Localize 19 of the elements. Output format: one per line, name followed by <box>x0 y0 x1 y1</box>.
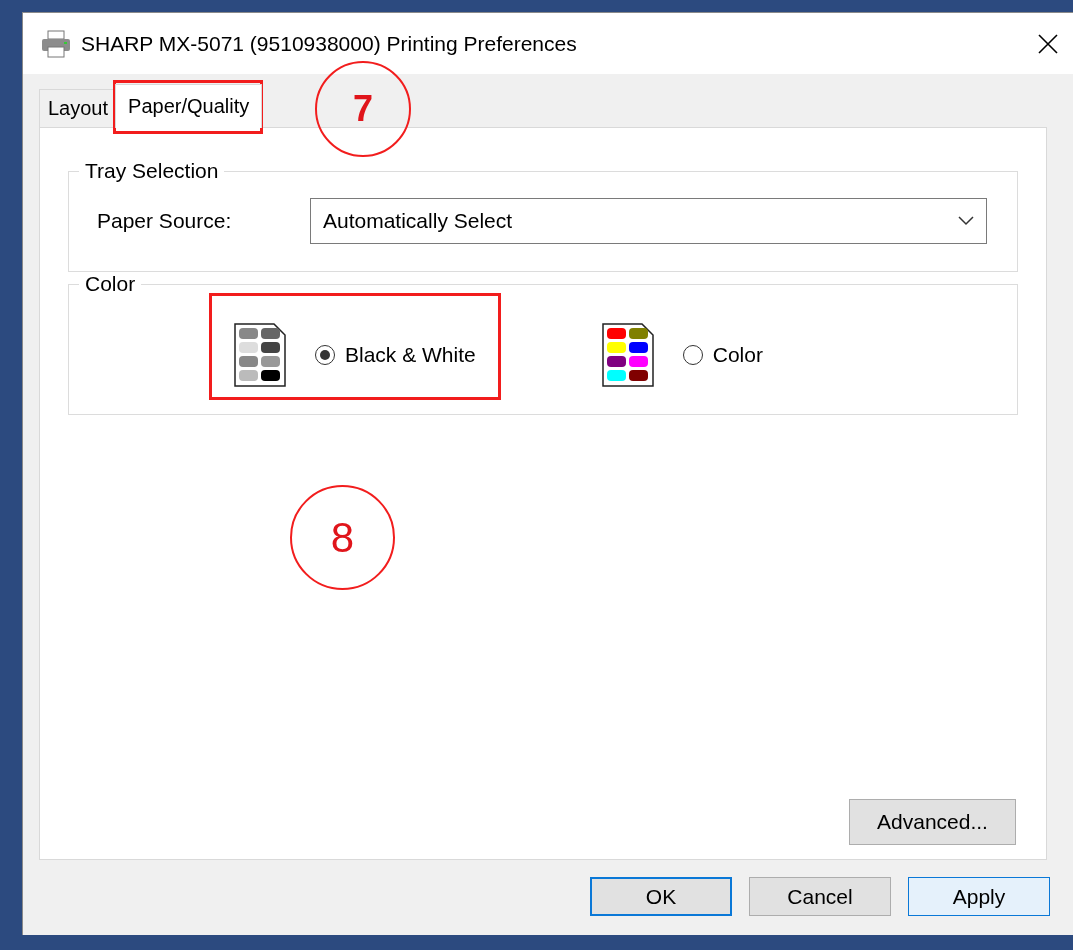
close-icon[interactable] <box>1038 33 1058 54</box>
printer-icon <box>40 28 72 59</box>
radio-button[interactable]: Color <box>682 343 763 367</box>
radio-button[interactable]: Black & White <box>315 343 476 367</box>
dialog-button[interactable]: Cancel <box>749 877 891 916</box>
window-title: SHARP MX-5071 (9510938000) Printing Preferences <box>81 31 577 56</box>
tab[interactable]: Paper/Quality <box>115 84 263 128</box>
group-label: Tray Selection <box>84 159 220 183</box>
paper-source-dropdown[interactable]: Automatically Select <box>310 198 987 244</box>
advanced-button[interactable]: Advanced... <box>849 799 1016 845</box>
chevron-icon <box>958 216 974 226</box>
callout-number: 7 <box>315 61 411 157</box>
dialog-button[interactable]: Apply <box>908 877 1050 916</box>
grayscale-document-icon <box>234 323 286 387</box>
color-document-icon <box>601 323 654 387</box>
callout-number: 8 <box>290 485 395 590</box>
group-label: Color <box>84 272 137 296</box>
ok-button[interactable]: OK <box>590 877 732 916</box>
field-label: Paper Source: <box>97 209 233 233</box>
